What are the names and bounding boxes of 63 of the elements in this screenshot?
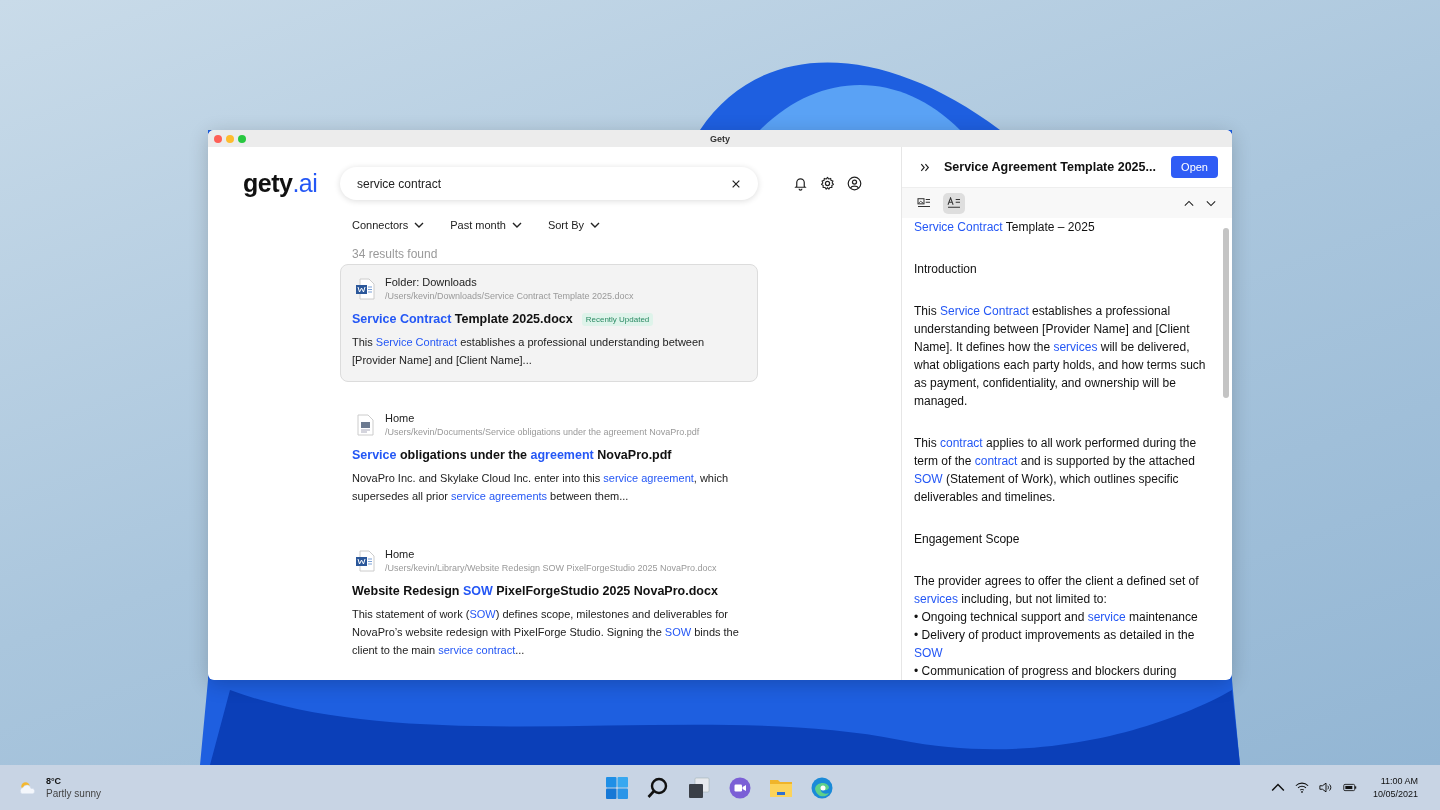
- app-logo: gety.ai: [243, 169, 319, 198]
- window-title: Gety: [710, 133, 730, 144]
- result-title[interactable]: Service obligations under the agreement NovaPro.pdf: [352, 448, 672, 462]
- document-paragraph: Introduction: [914, 261, 978, 278]
- previous-match-icon[interactable]: [1184, 199, 1194, 207]
- text-view-button[interactable]: [943, 192, 965, 214]
- caret-icon: [511, 222, 522, 228]
- caret-icon: [414, 222, 425, 228]
- open-button[interactable]: Open: [1171, 156, 1218, 178]
- folder-label: Folder: Downloads: [385, 276, 478, 288]
- clock-time[interactable]: 11:00 AM: [1372, 774, 1418, 788]
- result-snippet: This Service Contract establishes a professional understanding between [Provider Name] and [Client Name]...: [352, 335, 706, 368]
- file-path: /Users/kevin/Library/Website Redesign SOW PixelForgeStudio 2025 NovaPro.docx: [385, 563, 717, 573]
- collapse-panel-icon[interactable]: [920, 162, 930, 172]
- video-chat-icon[interactable]: [728, 775, 752, 800]
- search-icon[interactable]: [646, 775, 670, 800]
- user-icon[interactable]: [847, 176, 862, 191]
- filter-dropdown[interactable]: Sort By: [547, 219, 600, 231]
- speaker-icon[interactable]: [1318, 782, 1333, 793]
- settings-icon[interactable]: [820, 176, 835, 191]
- document-paragraph: Engagement Scope: [914, 531, 1021, 548]
- filter-dropdown[interactable]: Past month: [450, 219, 522, 231]
- preview-title: Service Agreement Template 2025...: [944, 160, 1157, 174]
- results-count: 34 results found: [351, 246, 439, 263]
- wifi-icon[interactable]: [1294, 782, 1309, 793]
- document-paragraph: This contract applies to all work performed during the term of the contract and is supported by the attached SOW (Statement of Work), which outlines specific deliverables and timelines.: [914, 435, 1198, 506]
- next-match-icon[interactable]: [1206, 199, 1216, 207]
- document-paragraph: • Communication of progress and blockers during: [914, 663, 1178, 680]
- file-path: /Users/kevin/Downloads/Service Contract Template 2025.docx: [385, 291, 634, 301]
- result-title[interactable]: Service Contract Template 2025.docx: [352, 312, 573, 326]
- close-window-button[interactable]: [214, 134, 222, 143]
- image-text-icon: [917, 197, 931, 209]
- search-field[interactable]: service contract: [340, 167, 758, 200]
- bell-icon[interactable]: [793, 176, 808, 191]
- clock-date[interactable]: 10/05/2021: [1372, 787, 1418, 801]
- weather-temperature[interactable]: 8°C: [46, 776, 102, 786]
- document-paragraph: • Delivery of product improvements as detailed in the SOW: [914, 627, 1196, 662]
- filter-dropdown[interactable]: Connectors: [352, 219, 425, 231]
- show-hidden-icons-icon[interactable]: [1270, 782, 1285, 793]
- file-path: /Users/kevin/Documents/Service obligations under the agreement NovaPro.pdf: [385, 427, 700, 437]
- scrollbar-thumb[interactable]: [1223, 228, 1229, 398]
- weather-condition[interactable]: Partly sunny: [46, 788, 102, 799]
- result-snippet: This statement of work (SOW) defines scope, milestones and deliverables for NovaPro’s website redesign with PixelForge Studio. Signing the SOW binds the client to the main service contract...: [352, 607, 740, 658]
- task-view-icon[interactable]: [687, 775, 711, 800]
- document-paragraph: The provider agrees to offer the client a defined set of services including, but not limited to:: [914, 573, 1200, 608]
- folder-label: Home: [385, 412, 416, 424]
- result-card[interactable]: [340, 264, 758, 382]
- document-paragraph: Service Contract Template – 2025: [914, 219, 1096, 236]
- text-format-icon: [947, 197, 961, 209]
- word-document-icon: [355, 277, 375, 300]
- battery-icon[interactable]: [1342, 782, 1357, 793]
- document-paragraph: • Ongoing technical support and service maintenance: [914, 609, 1199, 626]
- pdf-document-icon: [355, 413, 375, 436]
- status-badge: Recently Updated: [581, 312, 654, 326]
- result-snippet: NovaPro Inc. and Skylake Cloud Inc. enter into this service agreement, which supersedes all prior service agreements between them...: [352, 471, 730, 504]
- result-title[interactable]: Website Redesign SOW PixelForgeStudio 2025 NovaPro.docx: [352, 584, 718, 598]
- word-document-icon: [355, 549, 375, 572]
- document-paragraph: This Service Contract establishes a professional understanding between [Provider Name] and [Client Name]. It defines how the services will be delivered, what obligations each party holds, and how terms such as payment, confidentiality, and ownership will be managed.: [914, 303, 1207, 410]
- browser-icon[interactable]: [810, 775, 834, 800]
- caret-icon: [590, 222, 600, 228]
- start-icon[interactable]: [605, 775, 629, 800]
- clear-icon[interactable]: [731, 178, 741, 189]
- folder-label: Home: [385, 548, 416, 560]
